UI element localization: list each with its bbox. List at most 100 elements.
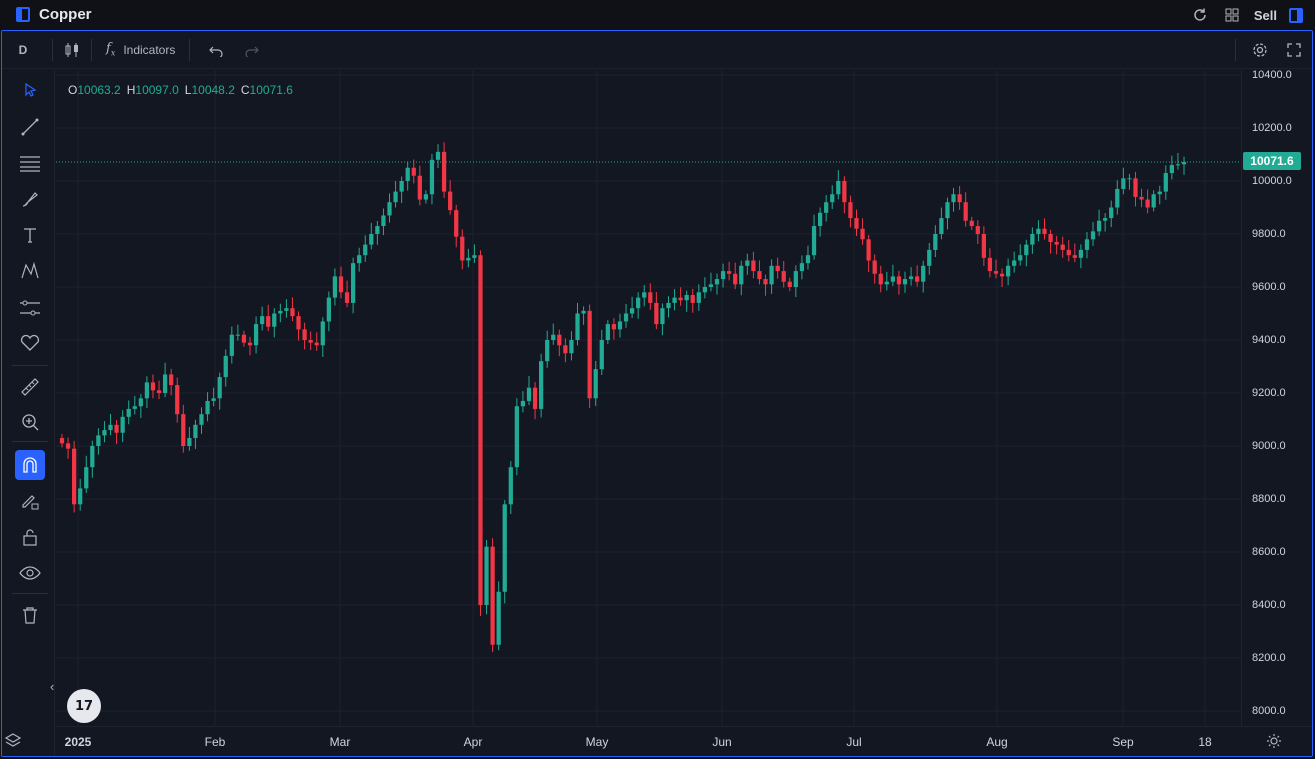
candle-body bbox=[84, 467, 89, 489]
eye-icon[interactable] bbox=[15, 558, 45, 588]
candle-body bbox=[696, 292, 701, 303]
trash-icon[interactable] bbox=[15, 600, 45, 630]
candle bbox=[866, 235, 871, 273]
brush-icon[interactable] bbox=[15, 184, 45, 214]
candle bbox=[569, 331, 574, 361]
candle-body bbox=[599, 340, 604, 370]
candle-body bbox=[156, 390, 162, 393]
candle bbox=[793, 265, 798, 298]
candlestick-chart[interactable] bbox=[56, 70, 1241, 726]
redo-icon[interactable] bbox=[234, 31, 270, 69]
candle-body bbox=[241, 334, 247, 343]
candle-body bbox=[460, 236, 465, 261]
tradingview-logo: 17 bbox=[67, 689, 101, 723]
indicators-button[interactable]: fx Indicators bbox=[100, 31, 181, 69]
candle bbox=[654, 292, 659, 330]
interval-selector[interactable]: D bbox=[2, 31, 44, 69]
candle bbox=[890, 264, 896, 286]
candle bbox=[59, 434, 65, 448]
candle bbox=[915, 265, 920, 287]
candle-body bbox=[1096, 220, 1102, 232]
candles-chart-type-icon[interactable] bbox=[61, 31, 83, 69]
low-value: 10048.2 bbox=[191, 83, 235, 97]
price-tick-label: 8800.0 bbox=[1252, 493, 1286, 505]
fullscreen-icon[interactable] bbox=[1276, 31, 1312, 69]
candle-body bbox=[720, 271, 726, 280]
candle bbox=[587, 304, 592, 408]
trend-line-icon[interactable] bbox=[15, 112, 45, 142]
candle bbox=[1133, 171, 1138, 207]
candle-body bbox=[1018, 255, 1023, 261]
candle bbox=[1018, 244, 1023, 266]
candle-body bbox=[429, 159, 435, 195]
candle-body bbox=[733, 273, 738, 285]
candle bbox=[478, 250, 483, 617]
text-icon[interactable] bbox=[15, 220, 45, 250]
candle-body bbox=[211, 398, 216, 401]
undo-icon[interactable] bbox=[198, 31, 234, 69]
candle-body bbox=[411, 167, 416, 176]
lock-icon[interactable] bbox=[15, 522, 45, 552]
layers-icon[interactable] bbox=[4, 732, 22, 755]
candle-body bbox=[108, 424, 113, 431]
candle bbox=[1181, 156, 1187, 175]
candle bbox=[411, 159, 416, 184]
candle-body bbox=[817, 212, 823, 227]
settings-gear-icon[interactable] bbox=[1244, 31, 1276, 69]
candle-body bbox=[642, 292, 647, 298]
candle bbox=[927, 243, 932, 275]
candle bbox=[175, 377, 180, 423]
sell-button[interactable]: Sell bbox=[1254, 8, 1277, 23]
grid-layout-icon[interactable] bbox=[1222, 5, 1242, 25]
right-panel-toggle-icon[interactable] bbox=[1289, 7, 1303, 23]
candle bbox=[381, 208, 386, 236]
candle bbox=[933, 225, 938, 258]
candle bbox=[1030, 227, 1035, 254]
price-tick-label: 10200.0 bbox=[1252, 122, 1292, 134]
pattern-icon[interactable] bbox=[15, 256, 45, 286]
candle-body bbox=[65, 443, 71, 449]
left-panel-toggle-icon[interactable] bbox=[16, 7, 30, 22]
candle bbox=[805, 245, 811, 270]
candle-body bbox=[787, 281, 792, 287]
zoom-in-icon[interactable] bbox=[15, 407, 45, 437]
refresh-icon[interactable] bbox=[1190, 5, 1210, 25]
candle bbox=[526, 376, 532, 406]
candle-body bbox=[666, 302, 671, 309]
candle-body bbox=[369, 234, 374, 245]
candle bbox=[599, 329, 604, 375]
time-axis[interactable]: 2025 Feb Mar Apr May Jun Jul Aug Sep 18 bbox=[4, 726, 1312, 756]
scale-settings-icon[interactable] bbox=[1266, 733, 1282, 754]
candle bbox=[848, 195, 853, 228]
magnet-icon[interactable] bbox=[15, 450, 45, 480]
price-tick-label: 10400.0 bbox=[1252, 69, 1292, 81]
heart-icon[interactable] bbox=[15, 328, 45, 358]
candle bbox=[1090, 222, 1096, 246]
candle-body bbox=[1145, 199, 1150, 208]
candle-body bbox=[272, 313, 277, 327]
candle bbox=[126, 400, 131, 425]
candle-body bbox=[1030, 234, 1035, 245]
candle-body bbox=[1133, 178, 1138, 197]
candle-body bbox=[223, 355, 228, 378]
time-tick-label: Sep bbox=[1112, 735, 1134, 749]
candle bbox=[423, 190, 429, 204]
forecast-icon[interactable] bbox=[15, 293, 45, 323]
candle-body bbox=[763, 279, 768, 285]
candle bbox=[369, 222, 374, 250]
candle bbox=[435, 144, 441, 169]
candle-body bbox=[253, 324, 259, 346]
candle bbox=[284, 299, 289, 318]
candle bbox=[144, 376, 150, 409]
candle-body bbox=[217, 377, 222, 399]
candle bbox=[860, 218, 865, 245]
ruler-icon[interactable] bbox=[15, 372, 45, 402]
candle bbox=[623, 303, 629, 328]
fib-lines-icon[interactable] bbox=[15, 148, 45, 178]
candle-body bbox=[478, 255, 483, 605]
pencil-lock-icon[interactable] bbox=[15, 486, 45, 516]
symbol-title: Copper bbox=[39, 6, 92, 23]
collapse-toolbar-icon[interactable]: ‹ bbox=[50, 679, 54, 694]
time-tick-label: Jul bbox=[846, 735, 862, 749]
cursor-icon[interactable] bbox=[15, 75, 45, 105]
